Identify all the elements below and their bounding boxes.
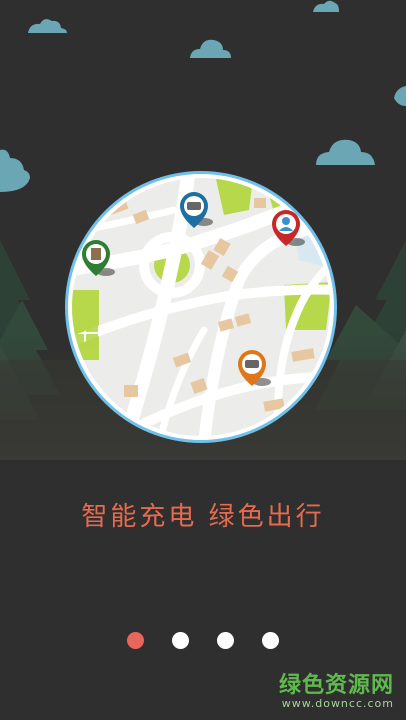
page-dot-2[interactable] <box>172 632 189 649</box>
watermark-title: 绿色资源网 <box>278 673 394 698</box>
cloud-icon <box>0 149 30 192</box>
page-dot-4[interactable] <box>262 632 279 649</box>
cloud-icon <box>394 86 406 106</box>
page-indicator <box>0 632 406 652</box>
cloud-icon <box>313 0 339 13</box>
page-dot-1[interactable] <box>127 632 144 649</box>
watermark-url: www.downcc.com <box>281 697 394 710</box>
watermark: 绿色资源网 www.downcc.com <box>279 667 394 710</box>
map-illustration <box>64 170 338 444</box>
cloud-icon <box>28 19 67 33</box>
page-dot-3[interactable] <box>217 632 234 649</box>
onboarding-screen: 智能充电 绿色出行 绿色资源网 www.downcc.com <box>0 0 406 720</box>
cloud-icon <box>190 39 231 58</box>
tagline: 智能充电 绿色出行 <box>81 502 325 532</box>
cloud-icon <box>316 139 375 165</box>
